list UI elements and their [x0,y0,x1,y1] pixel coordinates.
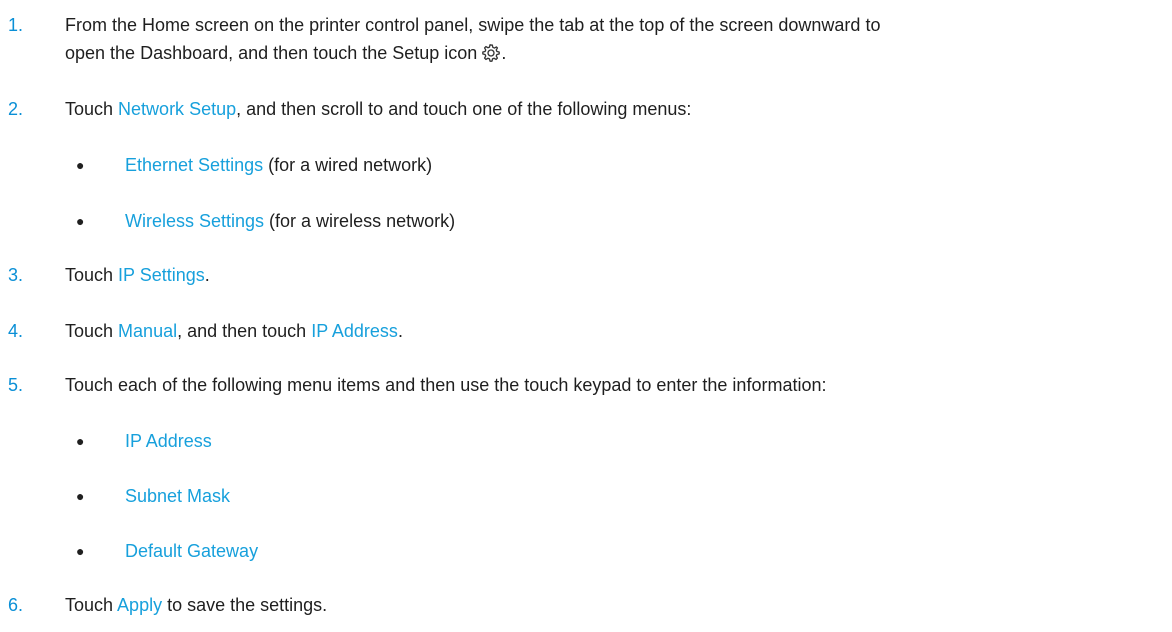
bullet-icon: ● [76,213,85,229]
ui-term-network-setup: Network Setup [118,99,237,119]
step-text: . [204,265,210,285]
step-text: open the Dashboard, and then touch the S… [65,43,478,63]
step-text-line: Touch Apply to save the settings. [65,592,327,618]
bullet-text: IP Address [125,428,212,454]
step-number: 4. [8,321,24,341]
ui-term-manual: Manual [118,321,178,341]
step-text: Touch [65,321,119,341]
bullet-icon: ● [76,488,85,504]
step-text: . [397,321,403,341]
step-text: Touch each of the following menu items a… [65,375,827,395]
ui-term-ip-settings: IP Settings [118,265,205,285]
bullet-note: (for a wired network) [263,155,433,175]
bullet-text: Default Gateway [125,538,258,564]
step-text: Touch [65,99,119,119]
step-number: 3. [8,265,24,285]
step-text: Touch [65,595,118,615]
step-text-line: Touch Manual, and then touch IP Address. [65,318,403,344]
step-text-line: Touch Network Setup, and then scroll to … [65,96,691,122]
ui-term-ip-address: IP Address [311,321,398,341]
bullet-icon: ● [76,433,85,449]
step-number: 1. [8,15,24,35]
step-number: 5. [8,375,24,395]
ui-term-apply: Apply [117,595,163,615]
step-number: 6. [8,595,24,615]
ui-term-ip-address: IP Address [125,431,212,451]
step-text-line: open the Dashboard, and then touch the S… [65,40,506,66]
bullet-text: Subnet Mask [125,483,230,509]
bullet-note: (for a wireless network) [264,211,456,231]
step-text: , and then touch [177,321,312,341]
bullet-icon: ● [76,543,85,559]
gear-icon [481,43,501,63]
step-text: , and then scroll to and touch one of th… [236,99,692,119]
ui-term-ethernet-settings: Ethernet Settings [125,155,264,175]
step-number: 2. [8,99,24,119]
ui-term-subnet-mask: Subnet Mask [125,486,231,506]
bullet-icon: ● [76,157,85,173]
instruction-document: 1. From the Home screen on the printer c… [0,0,1172,632]
step-text: From the Home screen on the printer cont… [65,15,881,35]
bullet-text: Ethernet Settings (for a wired network) [125,152,432,178]
step-text: . [501,43,507,63]
step-text: to save the settings. [162,595,328,615]
ui-term-default-gateway: Default Gateway [125,541,259,561]
step-text: Touch [65,265,119,285]
step-text-line: Touch IP Settings. [65,262,210,288]
ui-term-wireless-settings: Wireless Settings [125,211,265,231]
bullet-text: Wireless Settings (for a wireless networ… [125,208,455,234]
